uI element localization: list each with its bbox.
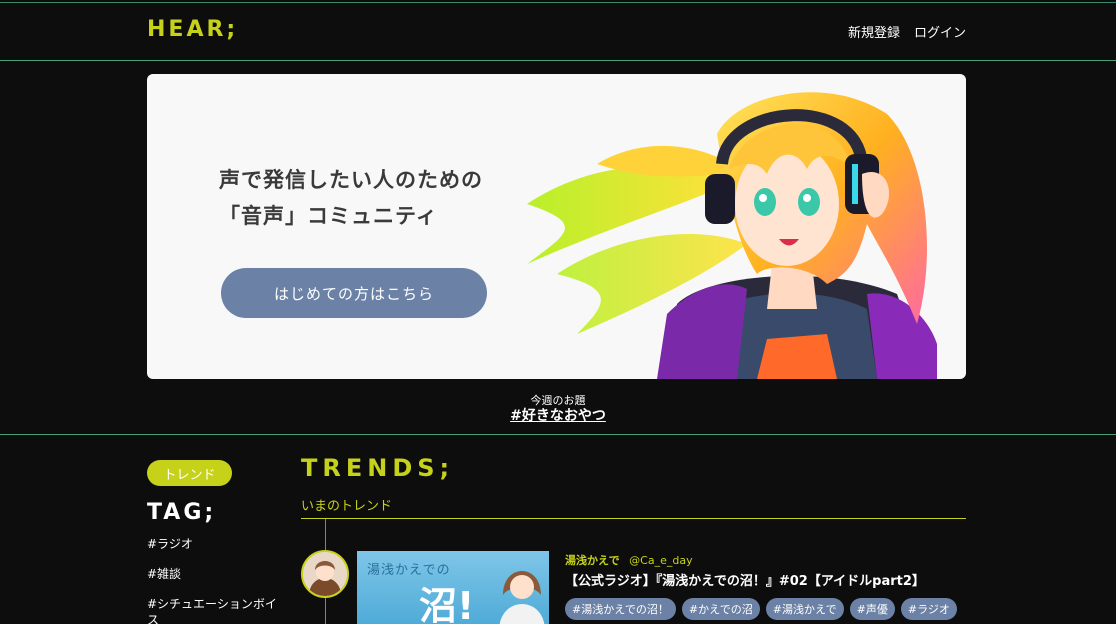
post-user-name[interactable]: 湯浅かえで — [565, 554, 620, 567]
trend-pill-button[interactable]: トレンド — [147, 460, 232, 486]
section-divider — [0, 434, 1116, 435]
thumbnail-title: 沼! — [419, 584, 475, 624]
trends-subheading: いまのトレンド — [301, 499, 393, 514]
tag-list: #ラジオ #雑談 #シチュエーションボイス — [147, 536, 277, 624]
hero-banner: 声で発信したい人のための 「音声」コミュニティ はじめての方はこちら — [147, 74, 966, 379]
tag-item-situation-voice[interactable]: #シチュエーションボイス — [147, 596, 277, 624]
post-tag-chip[interactable]: #湯浅かえで — [765, 598, 844, 620]
site-header: HEAR; 新規登録 ログイン — [0, 3, 1116, 61]
thumbnail-person-image — [499, 571, 545, 624]
post-user: 湯浅かえで @Ca_e_day — [565, 552, 693, 568]
post-tag-list: #湯浅かえでの沼！ #かえでの沼 #湯浅かえで #声優 #ラジオ — [565, 598, 957, 620]
post-tag-chip[interactable]: #湯浅かえでの沼！ — [565, 598, 676, 620]
header-nav: 新規登録 ログイン — [848, 22, 966, 41]
tag-item-chat[interactable]: #雑談 — [147, 566, 277, 582]
post-tag-chip[interactable]: #声優 — [849, 598, 895, 620]
trends-heading: TRENDS; — [301, 454, 455, 482]
post-tag-chip[interactable]: #かえでの沼 — [681, 598, 760, 620]
post-tag-chip[interactable]: #ラジオ — [900, 598, 957, 620]
hero-title-line1: 声で発信したい人のための — [219, 168, 483, 192]
post-user-handle: @Ca_e_day — [629, 554, 693, 567]
weekly-topic-link[interactable]: #好きなおやつ — [510, 408, 606, 424]
signup-link[interactable]: 新規登録 — [848, 22, 900, 41]
post-title[interactable]: 【公式ラジオ】『湯浅かえでの沼！』#02【アイドルpart2】 — [565, 570, 925, 589]
beginner-guide-button[interactable]: はじめての方はこちら — [221, 268, 487, 318]
avatar-image — [303, 552, 347, 596]
avatar[interactable] — [301, 550, 349, 598]
weekly-topic-tag: #好きなおやつ — [0, 405, 1116, 425]
hero-illustration — [527, 92, 937, 379]
site-logo[interactable]: HEAR; — [147, 17, 238, 42]
trends-underline — [301, 518, 966, 519]
hero-title: 声で発信したい人のための 「音声」コミュニティ — [219, 162, 483, 234]
login-link[interactable]: ログイン — [914, 22, 966, 41]
post-thumbnail[interactable]: 湯浅かえでの 沼! — [357, 551, 549, 624]
hero-title-line2: 「音声」コミュニティ — [219, 204, 438, 228]
tag-heading: TAG; — [147, 500, 217, 525]
tag-item-radio[interactable]: #ラジオ — [147, 536, 277, 552]
